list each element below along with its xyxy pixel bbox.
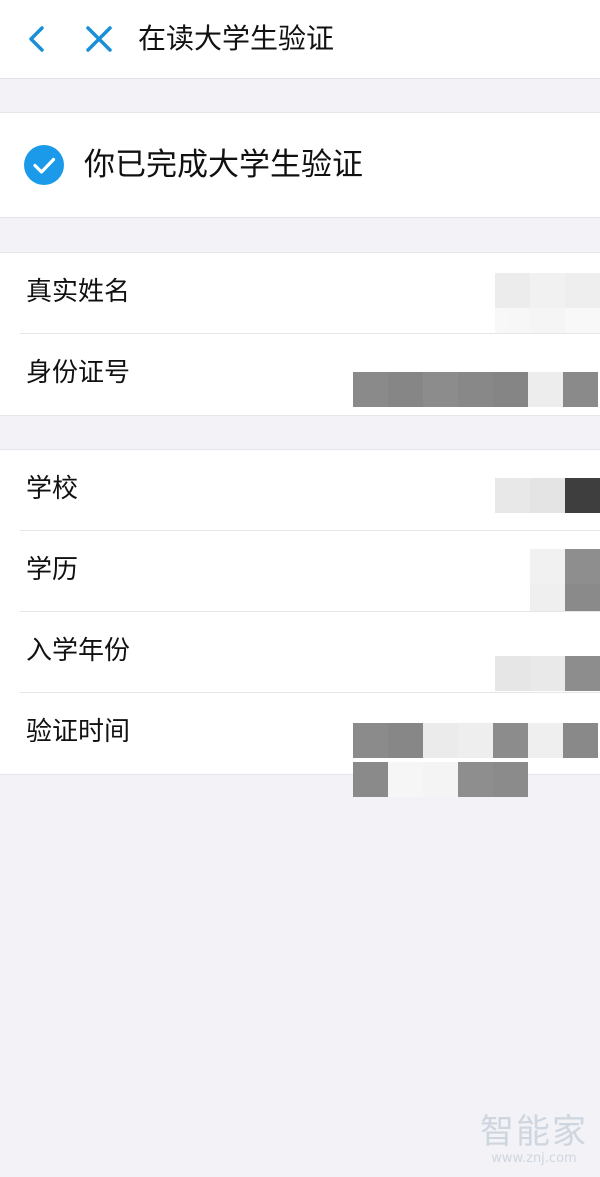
close-icon — [86, 26, 112, 52]
verification-status-text: 你已完成大学生验证 — [84, 147, 363, 183]
info-row-school: 学校 — [0, 450, 600, 531]
back-button[interactable] — [12, 14, 62, 64]
identity-info-card: 真实姓名 身份证号 — [0, 252, 600, 416]
redacted-value — [353, 723, 598, 758]
chevron-left-icon — [29, 26, 44, 52]
row-label: 身份证号 — [26, 358, 131, 388]
redacted-value — [495, 273, 600, 308]
check-circle-icon — [24, 145, 64, 185]
info-row-enrollment-year: 入学年份 — [0, 612, 600, 693]
row-label: 入学年份 — [26, 636, 131, 666]
redacted-value — [530, 584, 600, 612]
redacted-value — [495, 308, 600, 334]
watermark-url: www.znj.com — [491, 1151, 577, 1166]
info-row-degree: 学历 — [0, 531, 600, 612]
redacted-value — [353, 372, 598, 407]
row-label: 学历 — [26, 555, 79, 585]
redacted-value — [530, 549, 600, 584]
redacted-value — [495, 478, 600, 513]
row-label: 学校 — [26, 474, 79, 504]
row-label: 验证时间 — [26, 717, 131, 747]
verification-status-card: 你已完成大学生验证 — [0, 112, 600, 218]
page-title: 在读大学生验证 — [138, 22, 335, 55]
close-button[interactable] — [74, 14, 124, 64]
redacted-value — [495, 656, 600, 691]
info-row-real-name: 真实姓名 — [0, 253, 600, 334]
row-label: 真实姓名 — [26, 277, 131, 307]
watermark-logo: 智能家 — [480, 1112, 588, 1152]
education-info-card: 学校 学历 入学年份 验证时间 — [0, 449, 600, 775]
redacted-value — [353, 762, 528, 797]
info-row-id-number: 身份证号 — [0, 334, 600, 415]
watermark: 智能家 www.znj.com — [480, 1113, 588, 1167]
nav-bar: 在读大学生验证 — [0, 0, 600, 79]
